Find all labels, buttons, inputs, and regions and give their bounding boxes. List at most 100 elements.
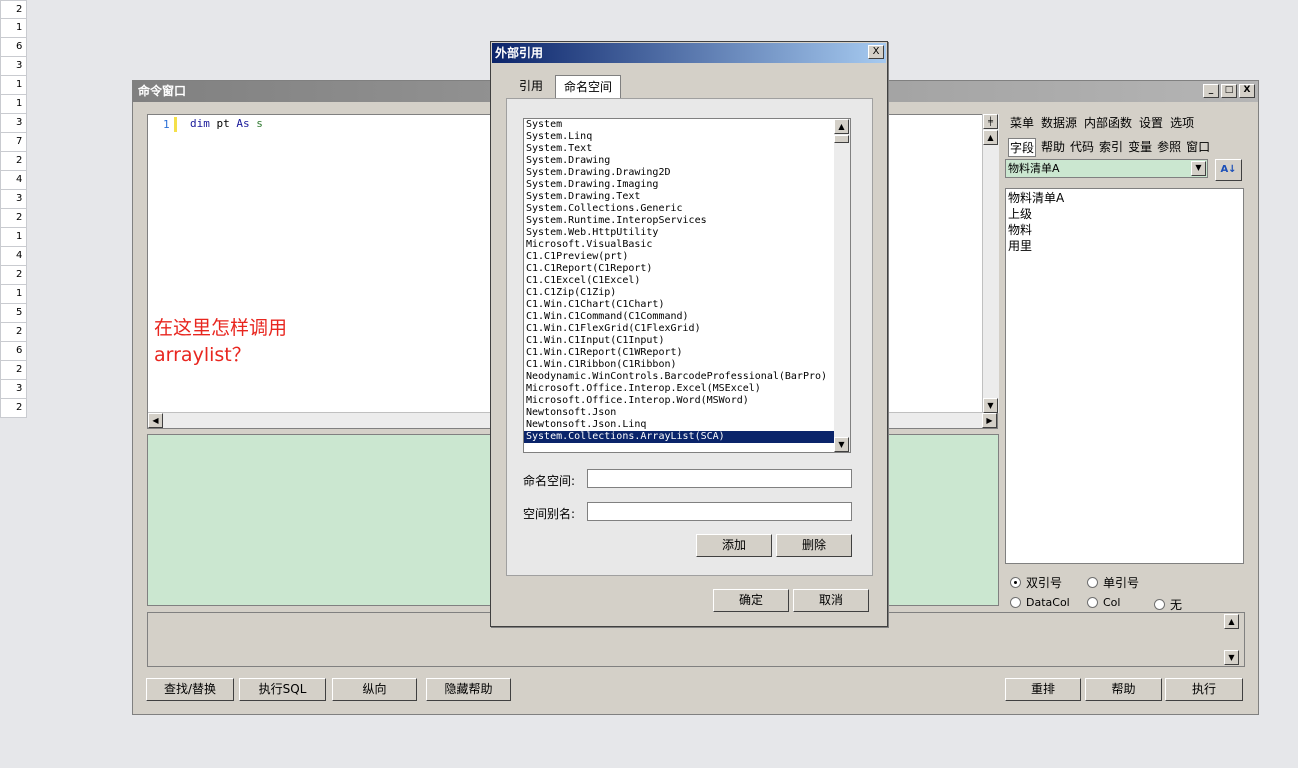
dialog-close-button[interactable]: X: [868, 45, 884, 59]
tab-window[interactable]: 窗口: [1186, 138, 1210, 157]
namespace-input[interactable]: [587, 469, 852, 488]
delete-button[interactable]: 删除: [776, 534, 852, 557]
list-item[interactable]: Newtonsoft.Json: [524, 407, 850, 419]
radio-unchecked-icon[interactable]: [1010, 597, 1021, 608]
radio-unchecked-icon[interactable]: [1087, 597, 1098, 608]
list-item[interactable]: C1.C1Report(C1Report): [524, 263, 850, 275]
list-item[interactable]: C1.Win.C1Chart(C1Chart): [524, 299, 850, 311]
tab-index[interactable]: 索引: [1099, 138, 1123, 157]
tab-fields[interactable]: 字段: [1008, 138, 1037, 157]
split-handle-icon[interactable]: ╪: [983, 114, 998, 129]
tab-namespaces[interactable]: 命名空间: [555, 75, 622, 99]
scroll-right-arrow-icon[interactable]: ▶: [982, 413, 997, 428]
list-item[interactable]: System.Collections.Generic: [524, 203, 850, 215]
sort-az-button[interactable]: A↓: [1215, 159, 1242, 181]
maximize-button[interactable]: □: [1221, 84, 1237, 98]
type-name: s: [256, 117, 263, 130]
menu-item-menu[interactable]: 菜单: [1010, 114, 1034, 131]
namespace-list-scrollbar[interactable]: ▲ ▼: [834, 119, 850, 452]
scroll-left-arrow-icon[interactable]: ◀: [148, 413, 163, 428]
list-item[interactable]: C1.Win.C1FlexGrid(C1FlexGrid): [524, 323, 850, 335]
row-number: 4: [0, 171, 27, 190]
tab-help[interactable]: 帮助: [1041, 138, 1065, 157]
dropdown-arrow-icon[interactable]: ▼: [1191, 161, 1206, 176]
scroll-up-arrow-icon[interactable]: ▲: [983, 130, 998, 145]
list-item[interactable]: System.Drawing.Drawing2D: [524, 167, 850, 179]
row-number: 6: [0, 38, 27, 57]
vertical-button[interactable]: 纵向: [332, 678, 417, 701]
help-menu-row: 菜单 数据源 内部函数 设置 选项: [1010, 114, 1194, 131]
list-item[interactable]: Microsoft.Office.Interop.Word(MSWord): [524, 395, 850, 407]
menu-item-datasource[interactable]: 数据源: [1041, 114, 1077, 131]
list-item[interactable]: C1.Win.C1Ribbon(C1Ribbon): [524, 359, 850, 371]
field-list[interactable]: 物料清单A 上级 物料 用里: [1005, 188, 1244, 564]
list-item[interactable]: System.Text: [524, 143, 850, 155]
scroll-thumb[interactable]: [834, 135, 849, 143]
rearrange-button[interactable]: 重排: [1005, 678, 1081, 701]
row-number: 1: [0, 285, 27, 304]
list-item[interactable]: System.Drawing.Imaging: [524, 179, 850, 191]
scroll-down-arrow-icon[interactable]: ▼: [834, 437, 849, 452]
tab-reference[interactable]: 参照: [1157, 138, 1181, 157]
scroll-down-arrow-icon[interactable]: ▼: [1224, 650, 1239, 665]
row-number: 4: [0, 247, 27, 266]
list-item[interactable]: C1.C1Preview(prt): [524, 251, 850, 263]
datacol-label: DataCol: [1026, 596, 1070, 609]
scroll-up-arrow-icon[interactable]: ▲: [1224, 614, 1239, 629]
list-item[interactable]: Newtonsoft.Json.Linq: [524, 419, 850, 431]
tab-references[interactable]: 引用: [511, 75, 552, 99]
col-option[interactable]: Col: [1087, 596, 1120, 609]
single-quote-option[interactable]: 单引号: [1087, 574, 1139, 591]
radio-unchecked-icon[interactable]: [1154, 599, 1165, 610]
menu-item-functions[interactable]: 内部函数: [1084, 114, 1132, 131]
list-item[interactable]: Microsoft.VisualBasic: [524, 239, 850, 251]
list-item[interactable]: C1.Win.C1Command(C1Command): [524, 311, 850, 323]
execute-sql-button[interactable]: 执行SQL: [239, 678, 326, 701]
list-item[interactable]: System: [524, 119, 850, 131]
list-item[interactable]: Neodynamic.WinControls.BarcodeProfession…: [524, 371, 850, 383]
double-quote-option[interactable]: 双引号: [1010, 574, 1062, 591]
table-select[interactable]: 物料清单A ▼: [1005, 159, 1208, 178]
list-item[interactable]: System.Drawing.Text: [524, 191, 850, 203]
alias-input[interactable]: [587, 502, 852, 521]
ok-button[interactable]: 确定: [713, 589, 789, 612]
list-item[interactable]: System.Web.HttpUtility: [524, 227, 850, 239]
cancel-button[interactable]: 取消: [793, 589, 869, 612]
minimize-button[interactable]: _: [1203, 84, 1219, 98]
hide-help-button[interactable]: 隐藏帮助: [426, 678, 511, 701]
list-item[interactable]: C1.C1Zip(C1Zip): [524, 287, 850, 299]
datacol-option[interactable]: DataCol: [1010, 596, 1070, 609]
execute-button[interactable]: 执行: [1165, 678, 1243, 701]
list-item[interactable]: C1.Win.C1Input(C1Input): [524, 335, 850, 347]
tab-code[interactable]: 代码: [1070, 138, 1094, 157]
tab-variables[interactable]: 变量: [1128, 138, 1152, 157]
radio-unchecked-icon[interactable]: [1087, 577, 1098, 588]
close-button[interactable]: X: [1239, 84, 1255, 98]
list-item[interactable]: C1.Win.C1Report(C1WReport): [524, 347, 850, 359]
list-item[interactable]: 用里: [1008, 238, 1241, 254]
scroll-down-arrow-icon[interactable]: ▼: [983, 398, 998, 413]
help-button[interactable]: 帮助: [1085, 678, 1162, 701]
editor-vertical-scrollbar[interactable]: ╪ ▲ ▼: [982, 114, 999, 413]
code-line[interactable]: dim pt As s: [190, 117, 263, 130]
list-item[interactable]: System.Linq: [524, 131, 850, 143]
row-number: 1: [0, 76, 27, 95]
annotation-note: 在这里怎样调用 arraylist？: [154, 315, 287, 369]
none-option[interactable]: 无: [1154, 596, 1182, 613]
menu-item-settings[interactable]: 设置: [1139, 114, 1163, 131]
find-replace-button[interactable]: 查找/替换: [146, 678, 234, 701]
list-item[interactable]: Microsoft.Office.Interop.Excel(MSExcel): [524, 383, 850, 395]
list-item[interactable]: System.Drawing: [524, 155, 850, 167]
list-item[interactable]: 物料清单A: [1008, 190, 1241, 206]
list-item-selected[interactable]: System.Collections.ArrayList(SCA): [524, 431, 850, 443]
list-item[interactable]: 上级: [1008, 206, 1241, 222]
menu-item-options[interactable]: 选项: [1170, 114, 1194, 131]
radio-checked-icon[interactable]: [1010, 577, 1021, 588]
list-item[interactable]: C1.C1Excel(C1Excel): [524, 275, 850, 287]
list-item[interactable]: System.Runtime.InteropServices: [524, 215, 850, 227]
add-button[interactable]: 添加: [696, 534, 772, 557]
scroll-up-arrow-icon[interactable]: ▲: [834, 119, 849, 134]
namespace-list[interactable]: System System.Linq System.Text System.Dr…: [523, 118, 851, 453]
list-item[interactable]: 物料: [1008, 222, 1241, 238]
row-number: 2: [0, 399, 27, 418]
